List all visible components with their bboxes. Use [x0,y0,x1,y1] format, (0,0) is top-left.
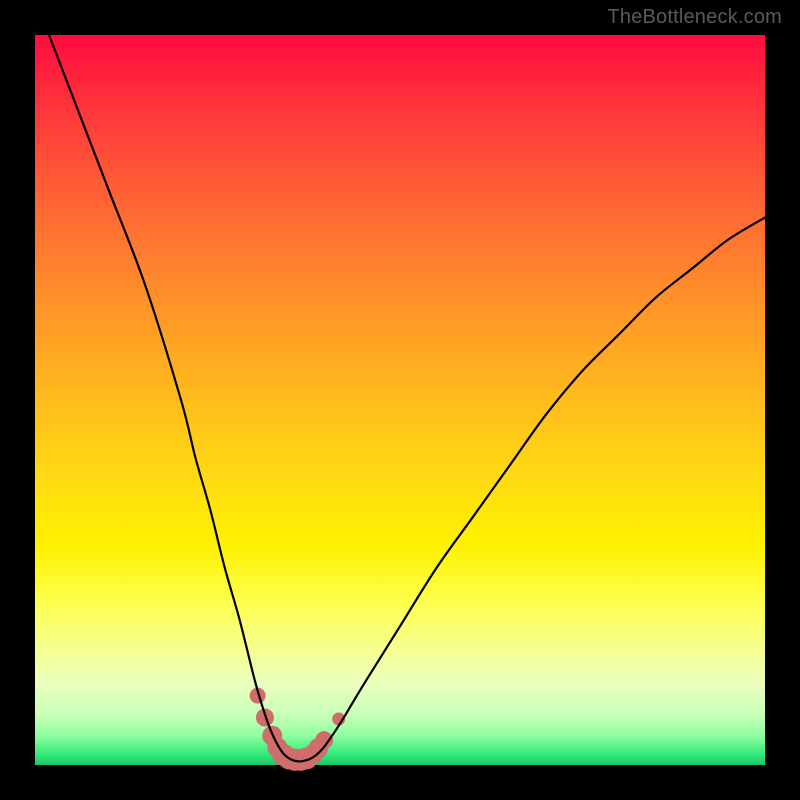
highlight-markers [250,688,346,771]
curve-svg [35,35,765,765]
plot-area [35,35,765,765]
bottleneck-curve [35,0,765,761]
chart-frame: TheBottleneck.com [0,0,800,800]
watermark-text: TheBottleneck.com [607,6,782,29]
